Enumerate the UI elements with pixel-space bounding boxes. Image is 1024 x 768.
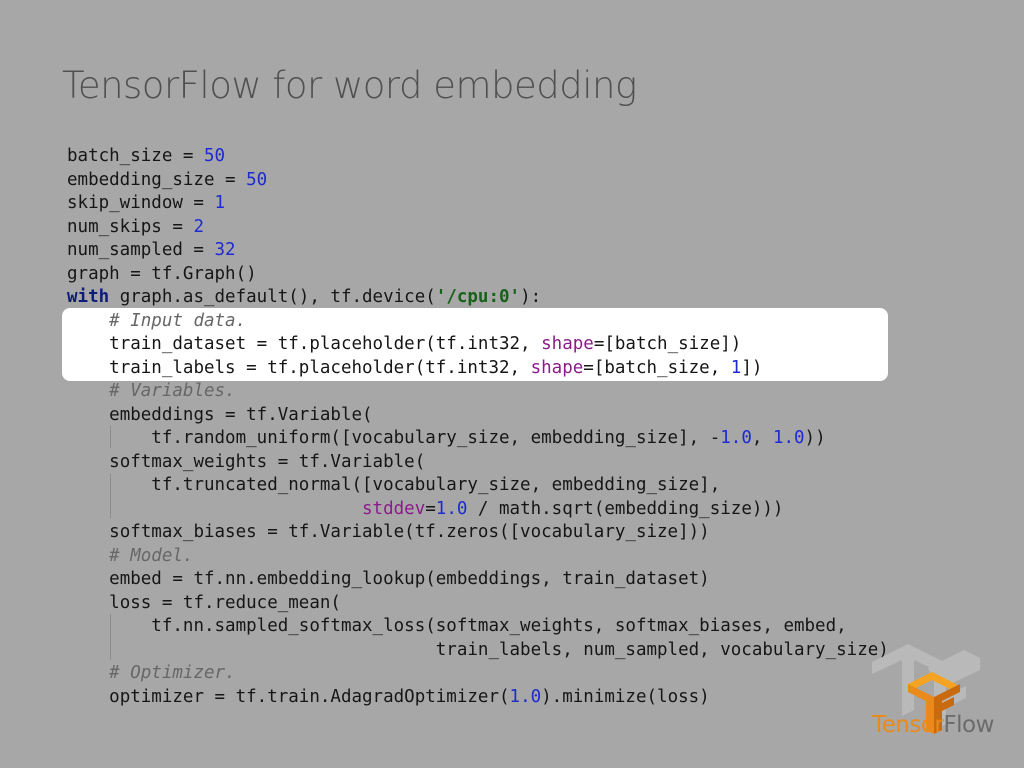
code-number: 50	[246, 169, 268, 190]
slide-title: TensorFlow for word embedding	[62, 64, 637, 107]
code-line: # Model.	[67, 545, 889, 569]
indent-guide	[110, 614, 111, 660]
code-text: softmax_biases = tf.Variable(tf.zeros([v…	[109, 522, 710, 542]
code-comment: # Variables.	[109, 381, 236, 401]
code-number: 50	[203, 146, 226, 166]
code-text: embed = tf.nn.embedding_lookup(embedding…	[109, 569, 710, 589]
code-text: =[batch_size])	[593, 334, 742, 354]
code-line: tf.random_uniform([vocabulary_size, embe…	[67, 427, 889, 451]
code-text: ])	[741, 357, 763, 378]
code-line: # Input data.	[67, 310, 889, 334]
code-comment: # Input data.	[109, 310, 247, 331]
code-kwarg: shape	[541, 334, 594, 354]
code-line: with graph.as_default(), tf.device('/cpu…	[67, 286, 889, 310]
code-text: graph.as_default(), tf.device(	[109, 287, 436, 307]
code-line: loss = tf.reduce_mean(	[67, 592, 889, 616]
code-text: num_skips =	[67, 216, 194, 237]
code-line: graph = tf.Graph()	[67, 263, 889, 287]
code-line: tf.nn.sampled_softmax_loss(softmax_weigh…	[67, 615, 889, 639]
code-line: softmax_weights = tf.Variable(	[67, 451, 889, 475]
code-comment: # Model.	[109, 545, 194, 566]
code-text: tf.nn.sampled_softmax_loss(softmax_weigh…	[151, 616, 847, 636]
code-string: '/cpu:0'	[435, 287, 521, 307]
code-number: 1	[730, 357, 742, 378]
code-text: softmax_weights = tf.Variable(	[109, 451, 426, 472]
code-text: skip_window =	[67, 193, 215, 213]
code-line: batch_size = 50	[67, 145, 889, 169]
code-line: embeddings = tf.Variable(	[67, 404, 889, 428]
code-number: 1.0	[435, 498, 468, 519]
code-text: train_labels, num_sampled, vocabulary_si…	[435, 639, 889, 660]
code-line: num_skips = 2	[67, 216, 889, 240]
code-number: 1.0	[772, 428, 805, 448]
code-line: softmax_biases = tf.Variable(tf.zeros([v…	[67, 521, 889, 545]
code-kwarg: stddev	[362, 498, 426, 519]
code-line: skip_window = 1	[67, 192, 889, 216]
indent-guide	[110, 474, 111, 518]
code-number: 1.0	[720, 428, 752, 448]
code-text: optimizer = tf.train.AdagradOptimizer(	[109, 686, 510, 707]
code-comment: # Optimizer.	[109, 663, 236, 683]
code-text: ):	[520, 287, 542, 307]
indent-guide	[110, 426, 111, 448]
code-text: num_sampled =	[67, 240, 215, 260]
code-line: stddev=1.0 / math.sqrt(embedding_size)))	[67, 498, 889, 522]
code-line: train_labels, num_sampled, vocabulary_si…	[67, 639, 889, 663]
code-text: / math.sqrt(embedding_size)))	[467, 498, 784, 519]
code-text: tf.truncated_normal([vocabulary_size, em…	[151, 475, 721, 495]
code-line: tf.truncated_normal([vocabulary_size, em…	[67, 474, 889, 498]
code-text: train_dataset = tf.placeholder(tf.int32,	[109, 334, 542, 354]
code-text: =	[425, 498, 436, 519]
code-text: =[batch_size,	[583, 357, 731, 378]
code-text: ).minimize(loss)	[541, 686, 710, 707]
code-kwarg: shape	[530, 357, 584, 378]
code-text: graph = tf.Graph()	[67, 263, 257, 284]
code-line: embed = tf.nn.embedding_lookup(embedding…	[67, 568, 889, 592]
code-text: ))	[804, 428, 826, 448]
code-line: embedding_size = 50	[67, 169, 889, 193]
code-number: 1.0	[509, 686, 542, 707]
code-number: 32	[214, 240, 236, 260]
code-line: train_dataset = tf.placeholder(tf.int32,…	[67, 333, 889, 357]
logo-word-part2: Flow	[943, 712, 994, 738]
code-line: # Variables.	[67, 380, 889, 404]
code-text: batch_size =	[67, 146, 204, 166]
code-text: embedding_size =	[67, 169, 247, 190]
code-line: num_sampled = 32	[67, 239, 889, 263]
code-text: loss = tf.reduce_mean(	[109, 592, 341, 613]
code-line: # Optimizer.	[67, 662, 889, 686]
code-keyword: with	[67, 287, 110, 307]
code-number: 2	[193, 216, 204, 237]
code-text: train_labels = tf.placeholder(tf.int32,	[109, 357, 531, 378]
code-block: batch_size = 50 embedding_size = 50 skip…	[67, 145, 889, 709]
logo-word-part1: Tensor	[872, 712, 944, 738]
code-text: tf.random_uniform([vocabulary_size, embe…	[151, 428, 721, 448]
code-line: train_labels = tf.placeholder(tf.int32, …	[67, 357, 889, 381]
code-number: 1	[214, 193, 226, 213]
code-text: embeddings = tf.Variable(	[109, 404, 373, 425]
code-text: ,	[751, 428, 773, 448]
code-line: optimizer = tf.train.AdagradOptimizer(1.…	[67, 686, 889, 710]
tensorflow-logo-wordmark: TensorFlow	[872, 712, 994, 738]
